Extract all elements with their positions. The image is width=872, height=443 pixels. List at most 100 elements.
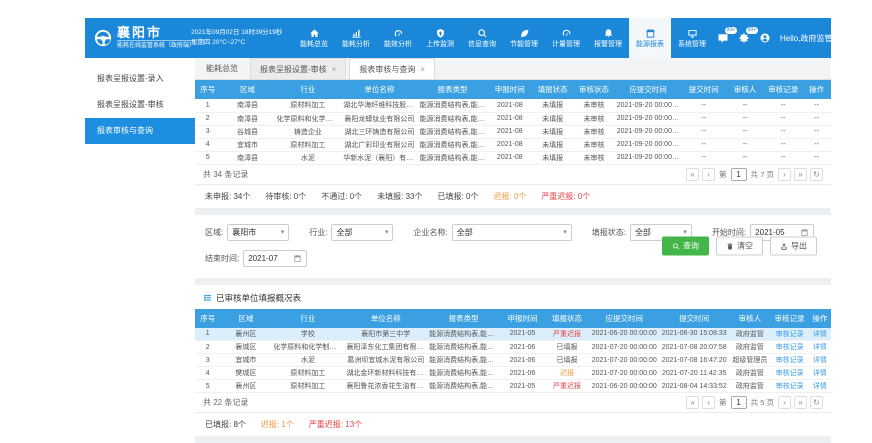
nav-item-efficiency-analysis[interactable]: 能效分析 [377, 18, 419, 58]
pagination-current-page[interactable]: 1 [731, 396, 747, 409]
detail-link[interactable]: 详情 [813, 357, 827, 364]
audit-record-link[interactable]: 审核记录 [776, 370, 804, 377]
table-cell: 化学原料和化学制品制造业 [274, 112, 341, 125]
export-button[interactable]: 导出 [770, 237, 817, 256]
audit-record-link[interactable]: 审核记录 [776, 331, 804, 338]
power-icon [849, 30, 859, 40]
column-header: 单位名称 [344, 309, 427, 328]
user-avatar-icon[interactable] [759, 32, 771, 44]
nav-item-system-management[interactable]: 系统管理 [671, 18, 713, 58]
table-cell: 2021-09-20 00:00:00 [615, 99, 682, 112]
table-cell: 2021-09-20 00:00:00 [615, 138, 682, 151]
table-cell: 华新水泥（襄阳）有限公司 [341, 151, 417, 164]
pending-report-table: 序号区域行业单位名称报表类型申报时间填报状态审核状态应提交时间提交时间审核人审核… [195, 80, 831, 165]
table-cell: 襄阳鲁花浓香花生油有限公司 [344, 380, 427, 393]
logout-button[interactable]: 退出 [848, 30, 860, 47]
table-cell: 原材料加工 [274, 138, 341, 151]
tab-report-setting-review[interactable]: 报表呈报设置-审核× [250, 58, 346, 79]
table-cell: 2021-09-20 00:00:00 [615, 151, 682, 164]
table-cell: -- [764, 151, 802, 164]
close-icon[interactable]: × [420, 59, 425, 80]
nav-item-energy-report[interactable]: 能源报表 [629, 18, 671, 58]
pagination-refresh-button[interactable]: ↻ [810, 168, 823, 181]
nav-item-energy-analysis[interactable]: 能耗分析 [335, 18, 377, 58]
pagination-current-page[interactable]: 1 [731, 168, 747, 181]
sidebar-item-report-setting-entry[interactable]: 报表呈报设置-录入 [85, 66, 195, 92]
table-cell: 襄阳泽东化工集团有限公司 [344, 341, 427, 354]
table-cell: 审核记录 [771, 354, 809, 367]
clear-button[interactable]: 清空 [716, 237, 763, 256]
table-cell: 政府监管 [729, 341, 770, 354]
tab-report-audit-query[interactable]: 报表审核与查询× [349, 58, 435, 79]
sidebar: 报表呈报设置-录入报表呈报设置-审核报表审核与查询 [85, 58, 195, 443]
industry-select[interactable]: 全部▾ [331, 224, 393, 241]
table-cell: 南漳县 [220, 151, 274, 164]
table-cell: -- [726, 125, 764, 138]
table-row: 1襄州区学校襄阳市第三中学能源消费结构表,能效指标情...2021-05严重迟报… [195, 328, 831, 341]
fill-status-filter-label: 填报状态: [592, 227, 626, 238]
table-cell: -- [802, 99, 831, 112]
weekday-weather: 星期四 20°C~27°C [191, 38, 293, 48]
sidebar-item-report-setting-review[interactable]: 报表呈报设置-审核 [85, 92, 195, 118]
pagination-prev-button[interactable]: ‹ [702, 396, 715, 409]
pagination-last-button[interactable]: » [794, 396, 807, 409]
column-header: 审核状态 [573, 80, 614, 99]
detail-link[interactable]: 详情 [813, 331, 827, 338]
pagination-refresh-button[interactable]: ↻ [810, 396, 823, 409]
message-icon[interactable]: 99+ [717, 32, 729, 44]
column-header: 申报时间 [500, 309, 545, 328]
company-select[interactable]: 全部▾ [452, 224, 572, 241]
record-count: 共 34 条记录 [203, 169, 248, 180]
pagination-first-button[interactable]: « [686, 168, 699, 181]
detail-link[interactable]: 详情 [813, 344, 827, 351]
column-header: 审核人 [729, 309, 770, 328]
audit-record-link[interactable]: 审核记录 [776, 344, 804, 351]
table-cell: 2021-07-20 11:42:35 [659, 367, 729, 380]
table-header-row: 序号区域行业单位名称报表类型申报时间填报状态应提交时间提交时间审核人审核记录操作 [195, 309, 831, 328]
table-row: 2襄城区化学原料和化学制品制造业襄阳泽东化工集团有限公司能源消费结构表,能效指标… [195, 341, 831, 354]
close-icon[interactable]: × [332, 59, 337, 80]
chevron-down-icon: ▾ [563, 228, 567, 236]
pagination-next-button[interactable]: › [778, 168, 791, 181]
region-select[interactable]: 襄阳市▾ [227, 224, 289, 241]
audited-report-table-card: 已审核单位填报概况表 序号区域行业单位名称报表类型申报时间填报状态应提交时间提交… [195, 285, 831, 437]
pagination-last-button[interactable]: » [794, 168, 807, 181]
user-menu[interactable]: Hello,政府监管 ▾ [780, 33, 839, 44]
pagination-prev-button[interactable]: ‹ [702, 168, 715, 181]
detail-link[interactable]: 详情 [813, 370, 827, 377]
region-filter-label: 区域: [205, 227, 223, 238]
column-header: 单位名称 [341, 80, 417, 99]
table-row: 4樊城区原材料加工湖北金环新材料科技有限公司能源消费结构表,能效指标情...20… [195, 367, 831, 380]
table-cell: 原材料加工 [274, 99, 341, 112]
table-cell: -- [726, 151, 764, 164]
gear-icon[interactable]: 99+ [738, 32, 750, 44]
table-cell: 详情 [809, 354, 831, 367]
table-cell: 原材料加工 [271, 380, 344, 393]
audit-record-link[interactable]: 审核记录 [776, 383, 804, 390]
sidebar-item-report-audit-query[interactable]: 报表审核与查询 [85, 118, 195, 144]
detail-link[interactable]: 详情 [813, 383, 827, 390]
table-cell: 南漳县 [220, 112, 274, 125]
audit-record-link[interactable]: 审核记录 [776, 357, 804, 364]
tab-energy-overview[interactable]: 能耗总览 [197, 58, 247, 79]
company-filter-label: 企业名称: [413, 227, 447, 238]
table-cell: 能源消费结构表,能效指标... [418, 125, 488, 138]
nav-item-metering[interactable]: 计量管理 [545, 18, 587, 58]
table-cell: 未审核 [573, 138, 614, 151]
nav-item-energy-overview[interactable]: 能耗总览 [293, 18, 335, 58]
table-row: 2南漳县化学原料和化学制品制造业襄阳龙蟒钛业有限公司能源消费结构表,能效指标..… [195, 112, 831, 125]
table-cell: 能源消费结构表,能效指标情... [427, 380, 500, 393]
nav-item-info-query[interactable]: 信息查询 [461, 18, 503, 58]
nav-item-alarm-management[interactable]: 报警管理 [587, 18, 629, 58]
pagination-first-button[interactable]: « [686, 396, 699, 409]
table-cell: 政府监管 [729, 367, 770, 380]
table-cell: 2021-08 [488, 125, 533, 138]
pagination-next-button[interactable]: › [778, 396, 791, 409]
table-cell: 4 [195, 138, 220, 151]
table-cell: 化学原料和化学制品制造业 [271, 341, 344, 354]
nav-item-upload-monitor[interactable]: 上传监测 [419, 18, 461, 58]
search-button[interactable]: 查询 [662, 237, 709, 256]
table-cell: 襄阳龙蟒钛业有限公司 [341, 112, 417, 125]
end-time-input[interactable]: 2021-07 [243, 250, 307, 267]
nav-item-energy-saving[interactable]: 节能管理 [503, 18, 545, 58]
